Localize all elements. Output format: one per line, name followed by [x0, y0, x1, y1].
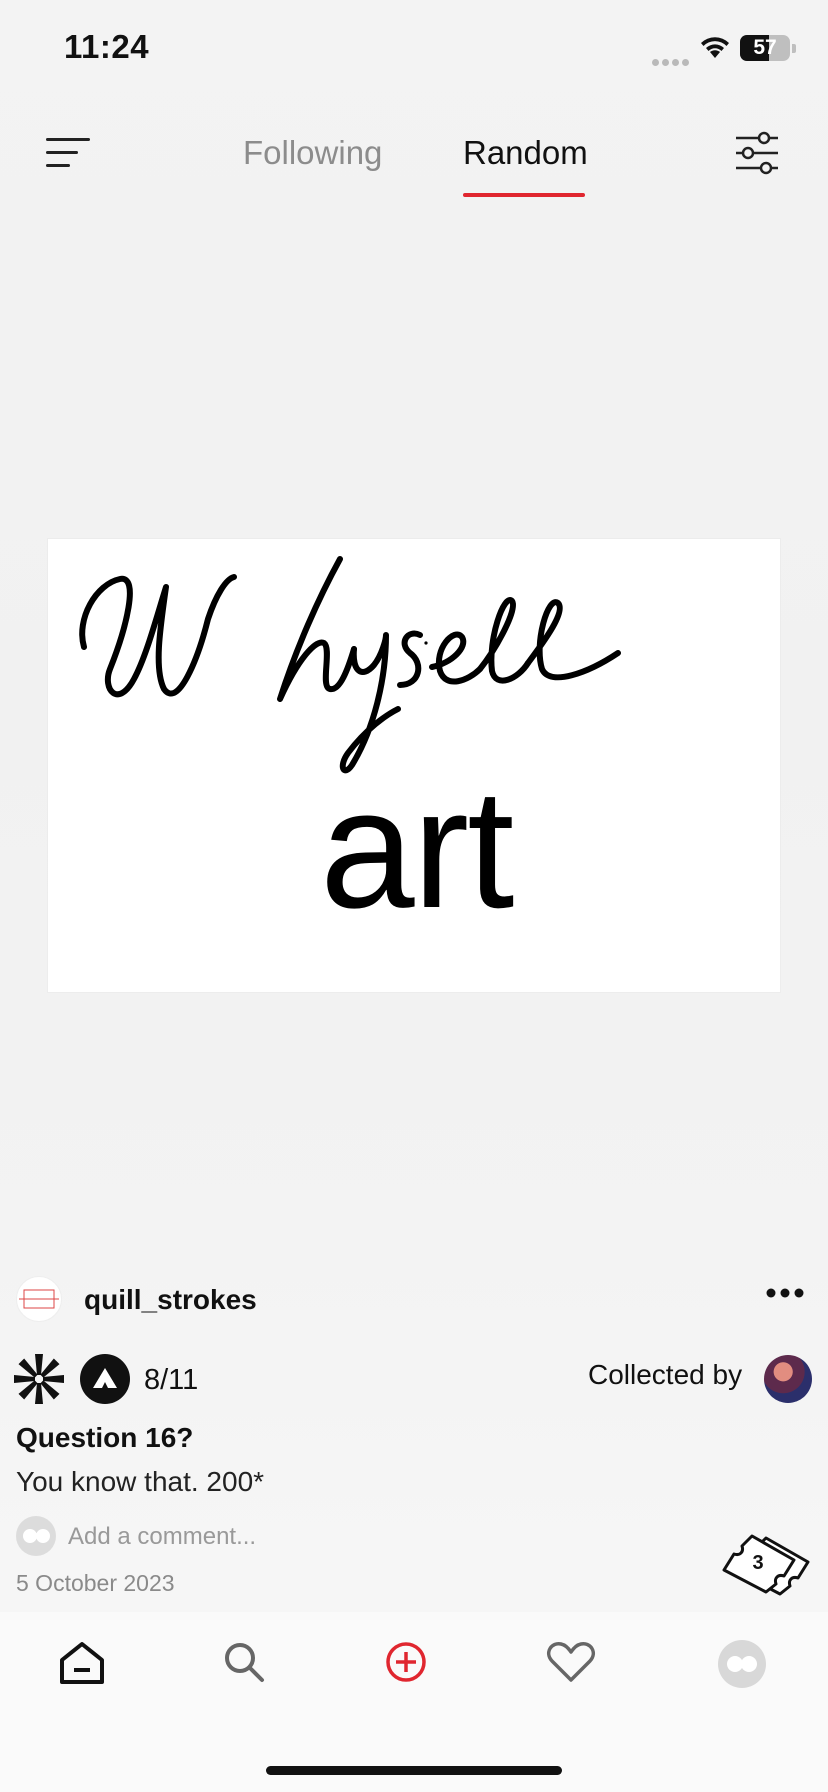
post-title: Question 16?	[16, 1422, 194, 1453]
battery-icon: 57	[740, 35, 790, 61]
tab-following[interactable]: Following	[243, 134, 382, 172]
bottom-tab-bar	[0, 1612, 828, 1792]
user-avatar-small	[16, 1516, 56, 1556]
post-date: 5 October 2023	[16, 1570, 175, 1596]
battery-percent: 57	[753, 36, 777, 59]
creator-username[interactable]: quill_strokes	[84, 1284, 257, 1316]
ticket-count: 3	[752, 1552, 764, 1574]
search-icon[interactable]	[222, 1640, 266, 1689]
starburst-badge-icon[interactable]	[14, 1354, 64, 1404]
add-icon[interactable]	[384, 1640, 428, 1689]
cellular-signal-icon	[652, 53, 692, 71]
status-time: 11:24	[64, 28, 150, 65]
filter-sliders-icon[interactable]	[734, 130, 780, 181]
ticket-icon[interactable]: 3	[722, 1532, 814, 1603]
comment-input[interactable]	[68, 1520, 428, 1554]
artwork-text-art: art	[320, 754, 514, 944]
artwork-image[interactable]: art	[48, 539, 780, 992]
active-tab-indicator	[463, 193, 585, 197]
avalanche-chain-icon[interactable]	[80, 1354, 130, 1404]
creator-avatar[interactable]	[16, 1276, 62, 1322]
post-description: You know that. 200*	[16, 1466, 265, 1497]
more-options-icon[interactable]	[766, 1286, 804, 1304]
edition-count: 8/11	[144, 1364, 199, 1396]
wifi-icon	[698, 34, 732, 65]
collector-avatar[interactable]	[764, 1355, 812, 1403]
menu-icon[interactable]	[46, 134, 94, 172]
tab-random[interactable]: Random	[463, 134, 588, 172]
home-indicator	[266, 1766, 562, 1775]
collected-by-label: Collected by	[588, 1359, 743, 1390]
home-icon[interactable]	[58, 1640, 106, 1691]
profile-avatar[interactable]	[718, 1640, 766, 1693]
battery-nub	[792, 44, 796, 53]
heart-icon[interactable]	[546, 1640, 596, 1689]
